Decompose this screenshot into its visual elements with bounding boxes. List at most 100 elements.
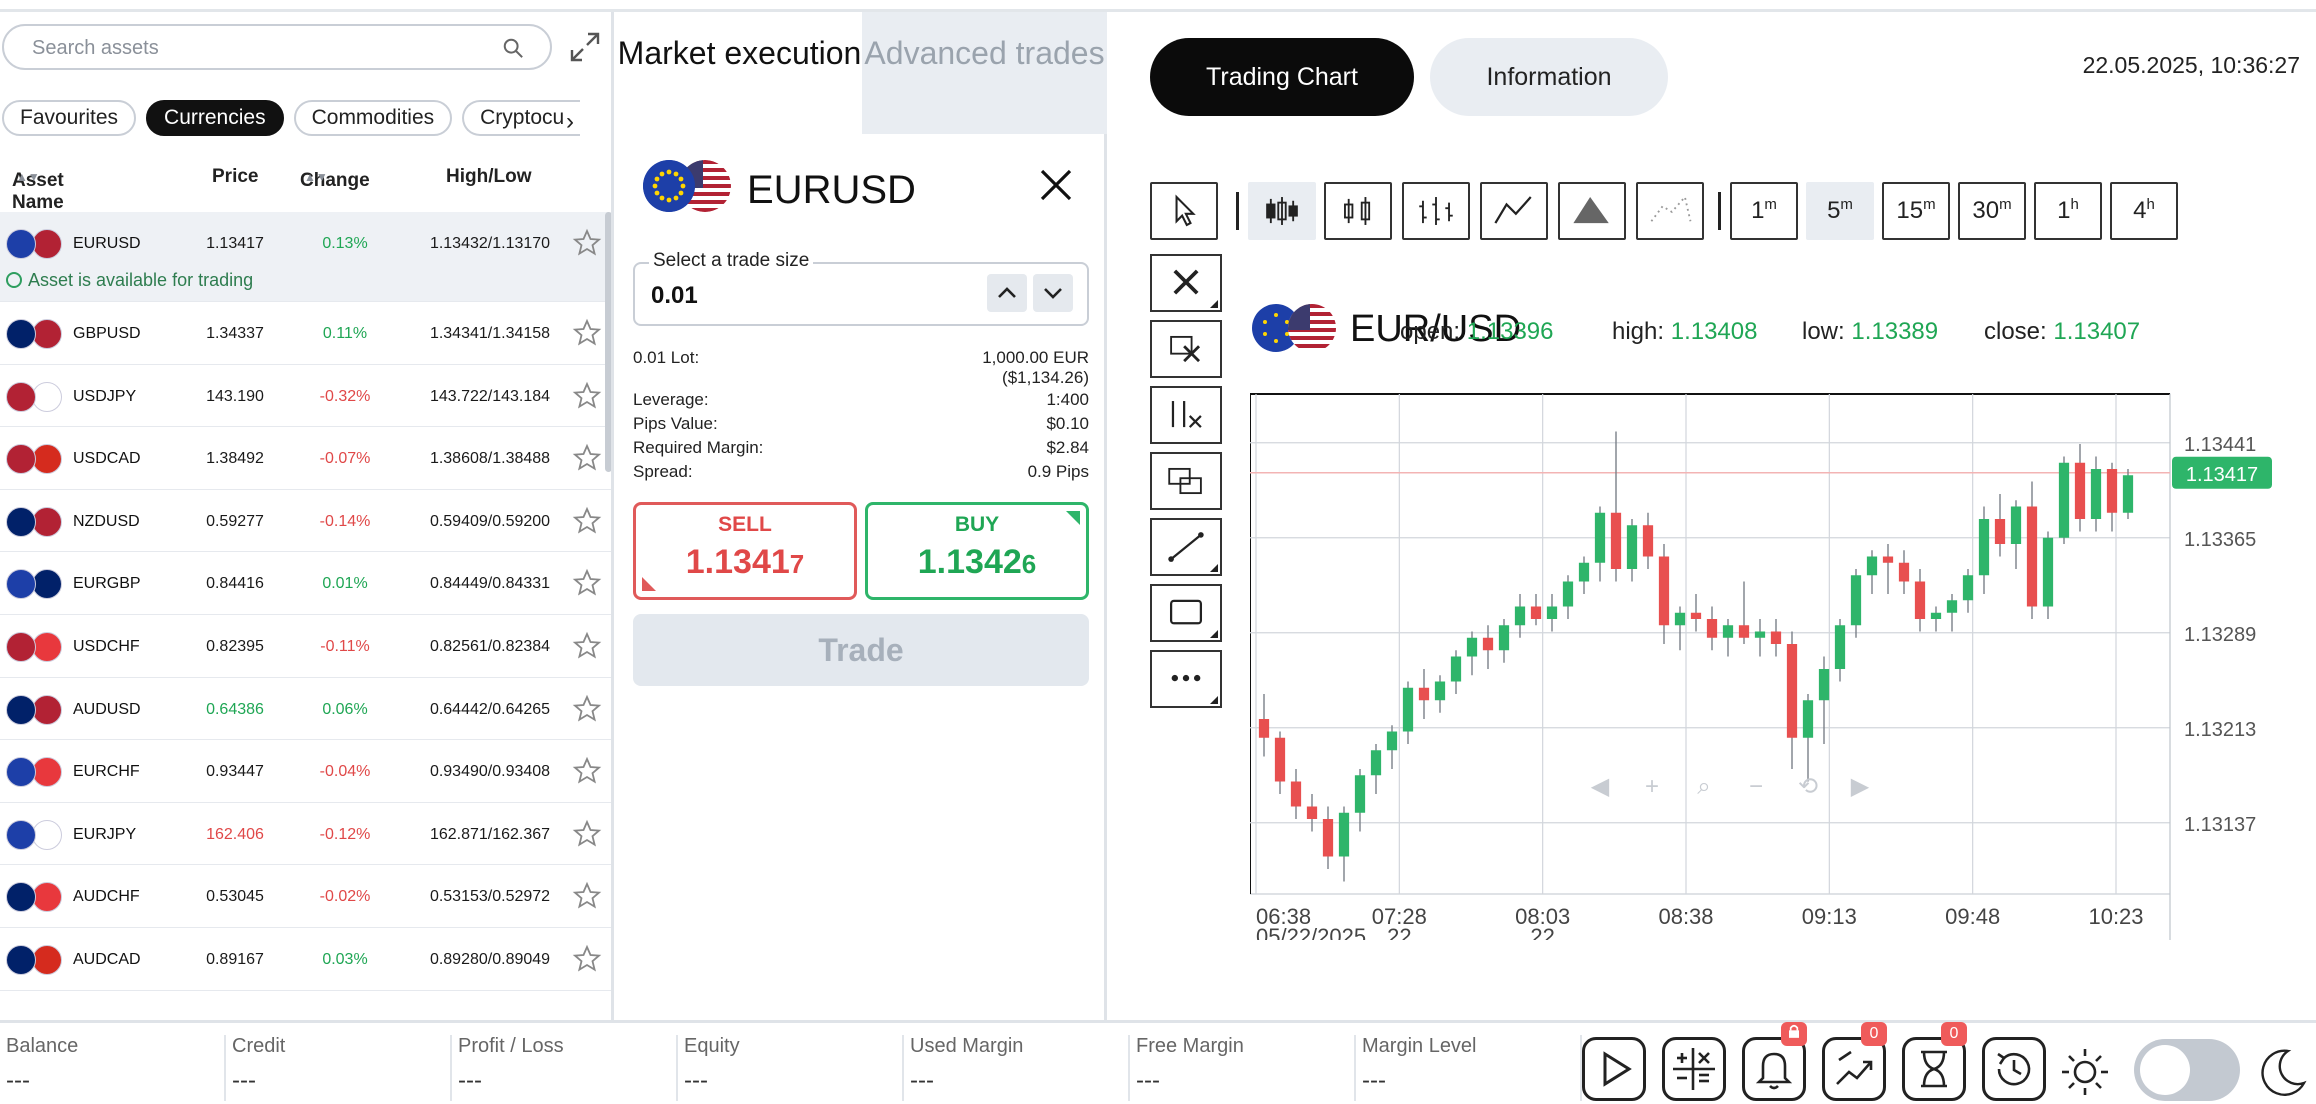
- candle-body: [1658, 556, 1670, 626]
- remove-drawings-button[interactable]: [1150, 254, 1222, 312]
- sell-button[interactable]: SELL 1.13417: [633, 502, 857, 600]
- table-row[interactable]: EURCHF 0.93447 -0.04% 0.93490/0.93408: [0, 740, 611, 803]
- timeframe-label: 15m: [1896, 196, 1936, 224]
- ohlc-bars-icon: [1419, 197, 1453, 225]
- star-icon[interactable]: [572, 318, 602, 348]
- line-chart-button[interactable]: [1480, 182, 1548, 240]
- calculator-button[interactable]: [1662, 1037, 1726, 1101]
- table-row[interactable]: GBPUSD 1.34337 0.11% 1.34341/1.34158: [0, 302, 611, 365]
- filter-favourites[interactable]: Favourites: [2, 100, 137, 136]
- trade-size-field[interactable]: Select a trade size 0.01: [633, 250, 1089, 326]
- timeframe-button[interactable]: 1h: [2034, 182, 2102, 240]
- sort-icon[interactable]: ▲▼: [304, 170, 328, 184]
- area-chart-button[interactable]: [1558, 182, 1626, 240]
- tab-information[interactable]: Information: [1430, 38, 1668, 116]
- quote-flag-icon: [32, 819, 62, 850]
- table-row[interactable]: EURUSD 1.13417 0.13% 1.13432/1.13170 Asset i…: [0, 212, 611, 302]
- close-icon[interactable]: [1037, 166, 1075, 204]
- scrollbar[interactable]: [605, 212, 611, 472]
- cursor-tool-button[interactable]: [1150, 182, 1218, 240]
- table-row[interactable]: USDCAD 1.38492 -0.07% 1.38608/1.38488: [0, 427, 611, 490]
- candle-body: [1386, 731, 1398, 751]
- chart-nav-icon: ▶: [1851, 773, 1870, 800]
- timeframe-button[interactable]: 30m: [1958, 182, 2026, 240]
- star-icon[interactable]: [572, 944, 602, 974]
- chevron-up-icon[interactable]: [987, 274, 1027, 312]
- star-icon[interactable]: [572, 881, 602, 911]
- star-icon[interactable]: [572, 694, 602, 724]
- table-row[interactable]: USDCHF 0.82395 -0.11% 0.82561/0.82384: [0, 615, 611, 678]
- timeframe-button[interactable]: 4h: [2110, 182, 2178, 240]
- dots-chart-button[interactable]: [1636, 182, 1704, 240]
- chart-svg[interactable]: 06:3805/22/202507:282208:032208:38 09:13 0…: [1249, 380, 2290, 950]
- line-chart-icon: [1494, 196, 1532, 224]
- moon-icon[interactable]: [2254, 1045, 2310, 1101]
- filter-commodities[interactable]: Commodities: [293, 100, 453, 136]
- filter-cryptocurrencies[interactable]: Cryptocu: [462, 100, 581, 136]
- buy-button[interactable]: BUY 1.13426: [865, 502, 1089, 600]
- asset-symbol: USDCAD: [73, 450, 141, 468]
- expand-icon[interactable]: [568, 30, 602, 64]
- candle-body: [1370, 750, 1382, 776]
- compare-button[interactable]: [1150, 452, 1222, 510]
- timeframe-button[interactable]: 15m: [1882, 182, 1950, 240]
- asset-high-low: 1.13432/1.13170: [429, 235, 551, 252]
- corner-marker: [642, 577, 656, 591]
- star-icon[interactable]: [572, 819, 602, 849]
- delete-indicators-button[interactable]: [1150, 386, 1222, 444]
- candle-body: [2042, 537, 2054, 607]
- search-input[interactable]: [32, 34, 472, 62]
- timeframe-button[interactable]: 1m: [1730, 182, 1798, 240]
- chevron-down-icon[interactable]: [1033, 274, 1073, 312]
- filter-currencies[interactable]: Currencies: [146, 100, 284, 136]
- candle-body: [1898, 562, 1910, 582]
- chevron-right-icon[interactable]: ›: [566, 108, 574, 136]
- tab-market-execution[interactable]: Market execution: [617, 12, 862, 134]
- tab-advanced-trades[interactable]: Advanced trades: [862, 12, 1107, 134]
- ohlc-bars-button[interactable]: [1402, 182, 1470, 240]
- candles-button[interactable]: [1248, 182, 1316, 240]
- quote-flag-icon: [32, 757, 62, 788]
- star-icon[interactable]: [572, 443, 602, 473]
- theme-toggle[interactable]: [2134, 1039, 2240, 1101]
- tab-trading-chart[interactable]: Trading Chart: [1150, 38, 1414, 116]
- table-row[interactable]: AUDUSD 0.64386 0.06% 0.64442/0.64265: [0, 678, 611, 741]
- trade-size-value[interactable]: 0.01: [651, 282, 698, 310]
- search-icon[interactable]: [502, 37, 524, 59]
- timeframe-button[interactable]: 5m: [1806, 182, 1874, 240]
- open-positions-button[interactable]: 0: [1822, 1022, 1887, 1101]
- delete-drawing-button[interactable]: [1150, 320, 1222, 378]
- star-icon[interactable]: [572, 631, 602, 661]
- pending-orders-button[interactable]: 0: [1902, 1022, 1967, 1101]
- candlestick-chart[interactable]: 06:38 05/22/2025 07:28 22 08:03 22 08:38 09:13 0…: [1249, 380, 2290, 950]
- table-row[interactable]: USDJPY 143.190 -0.32% 143.722/143.184: [0, 365, 611, 428]
- more-tools-button[interactable]: [1150, 650, 1222, 708]
- alerts-button[interactable]: [1742, 1022, 1807, 1101]
- table-row[interactable]: EURGBP 0.84416 0.01% 0.84449/0.84331: [0, 552, 611, 615]
- asset-change: 0.01%: [322, 575, 368, 593]
- sun-icon[interactable]: [2058, 1045, 2112, 1099]
- trade-button[interactable]: Trade: [633, 614, 1089, 686]
- table-row[interactable]: AUDCAD 0.89167 0.03% 0.89280/0.89049: [0, 928, 611, 991]
- table-row[interactable]: EURJPY 162.406 -0.12% 162.871/162.367: [0, 803, 611, 866]
- search-box[interactable]: [2, 24, 552, 70]
- trend-line-button[interactable]: [1150, 518, 1222, 576]
- star-icon[interactable]: [572, 568, 602, 598]
- star-icon[interactable]: [572, 756, 602, 786]
- base-flag-icon: [6, 506, 36, 537]
- spread-label: Spread:: [633, 462, 693, 481]
- rectangle-tool-button[interactable]: [1150, 584, 1222, 642]
- candle-body: [2106, 469, 2118, 513]
- star-icon[interactable]: [572, 381, 602, 411]
- history-button[interactable]: [1982, 1037, 2046, 1101]
- sort-icon[interactable]: ▲▼: [16, 170, 40, 184]
- star-icon[interactable]: [572, 228, 602, 258]
- candle-body: [2010, 506, 2022, 544]
- table-row[interactable]: AUDCHF 0.53045 -0.02% 0.53153/0.52972: [0, 865, 611, 928]
- base-flag-icon: [6, 569, 36, 600]
- hollow-candles-button[interactable]: [1324, 182, 1392, 240]
- star-icon[interactable]: [572, 506, 602, 536]
- autotrade-button[interactable]: [1582, 1037, 1646, 1101]
- table-row[interactable]: NZDUSD 0.59277 -0.14% 0.59409/0.59200: [0, 490, 611, 553]
- asset-change: 0.03%: [322, 950, 368, 968]
